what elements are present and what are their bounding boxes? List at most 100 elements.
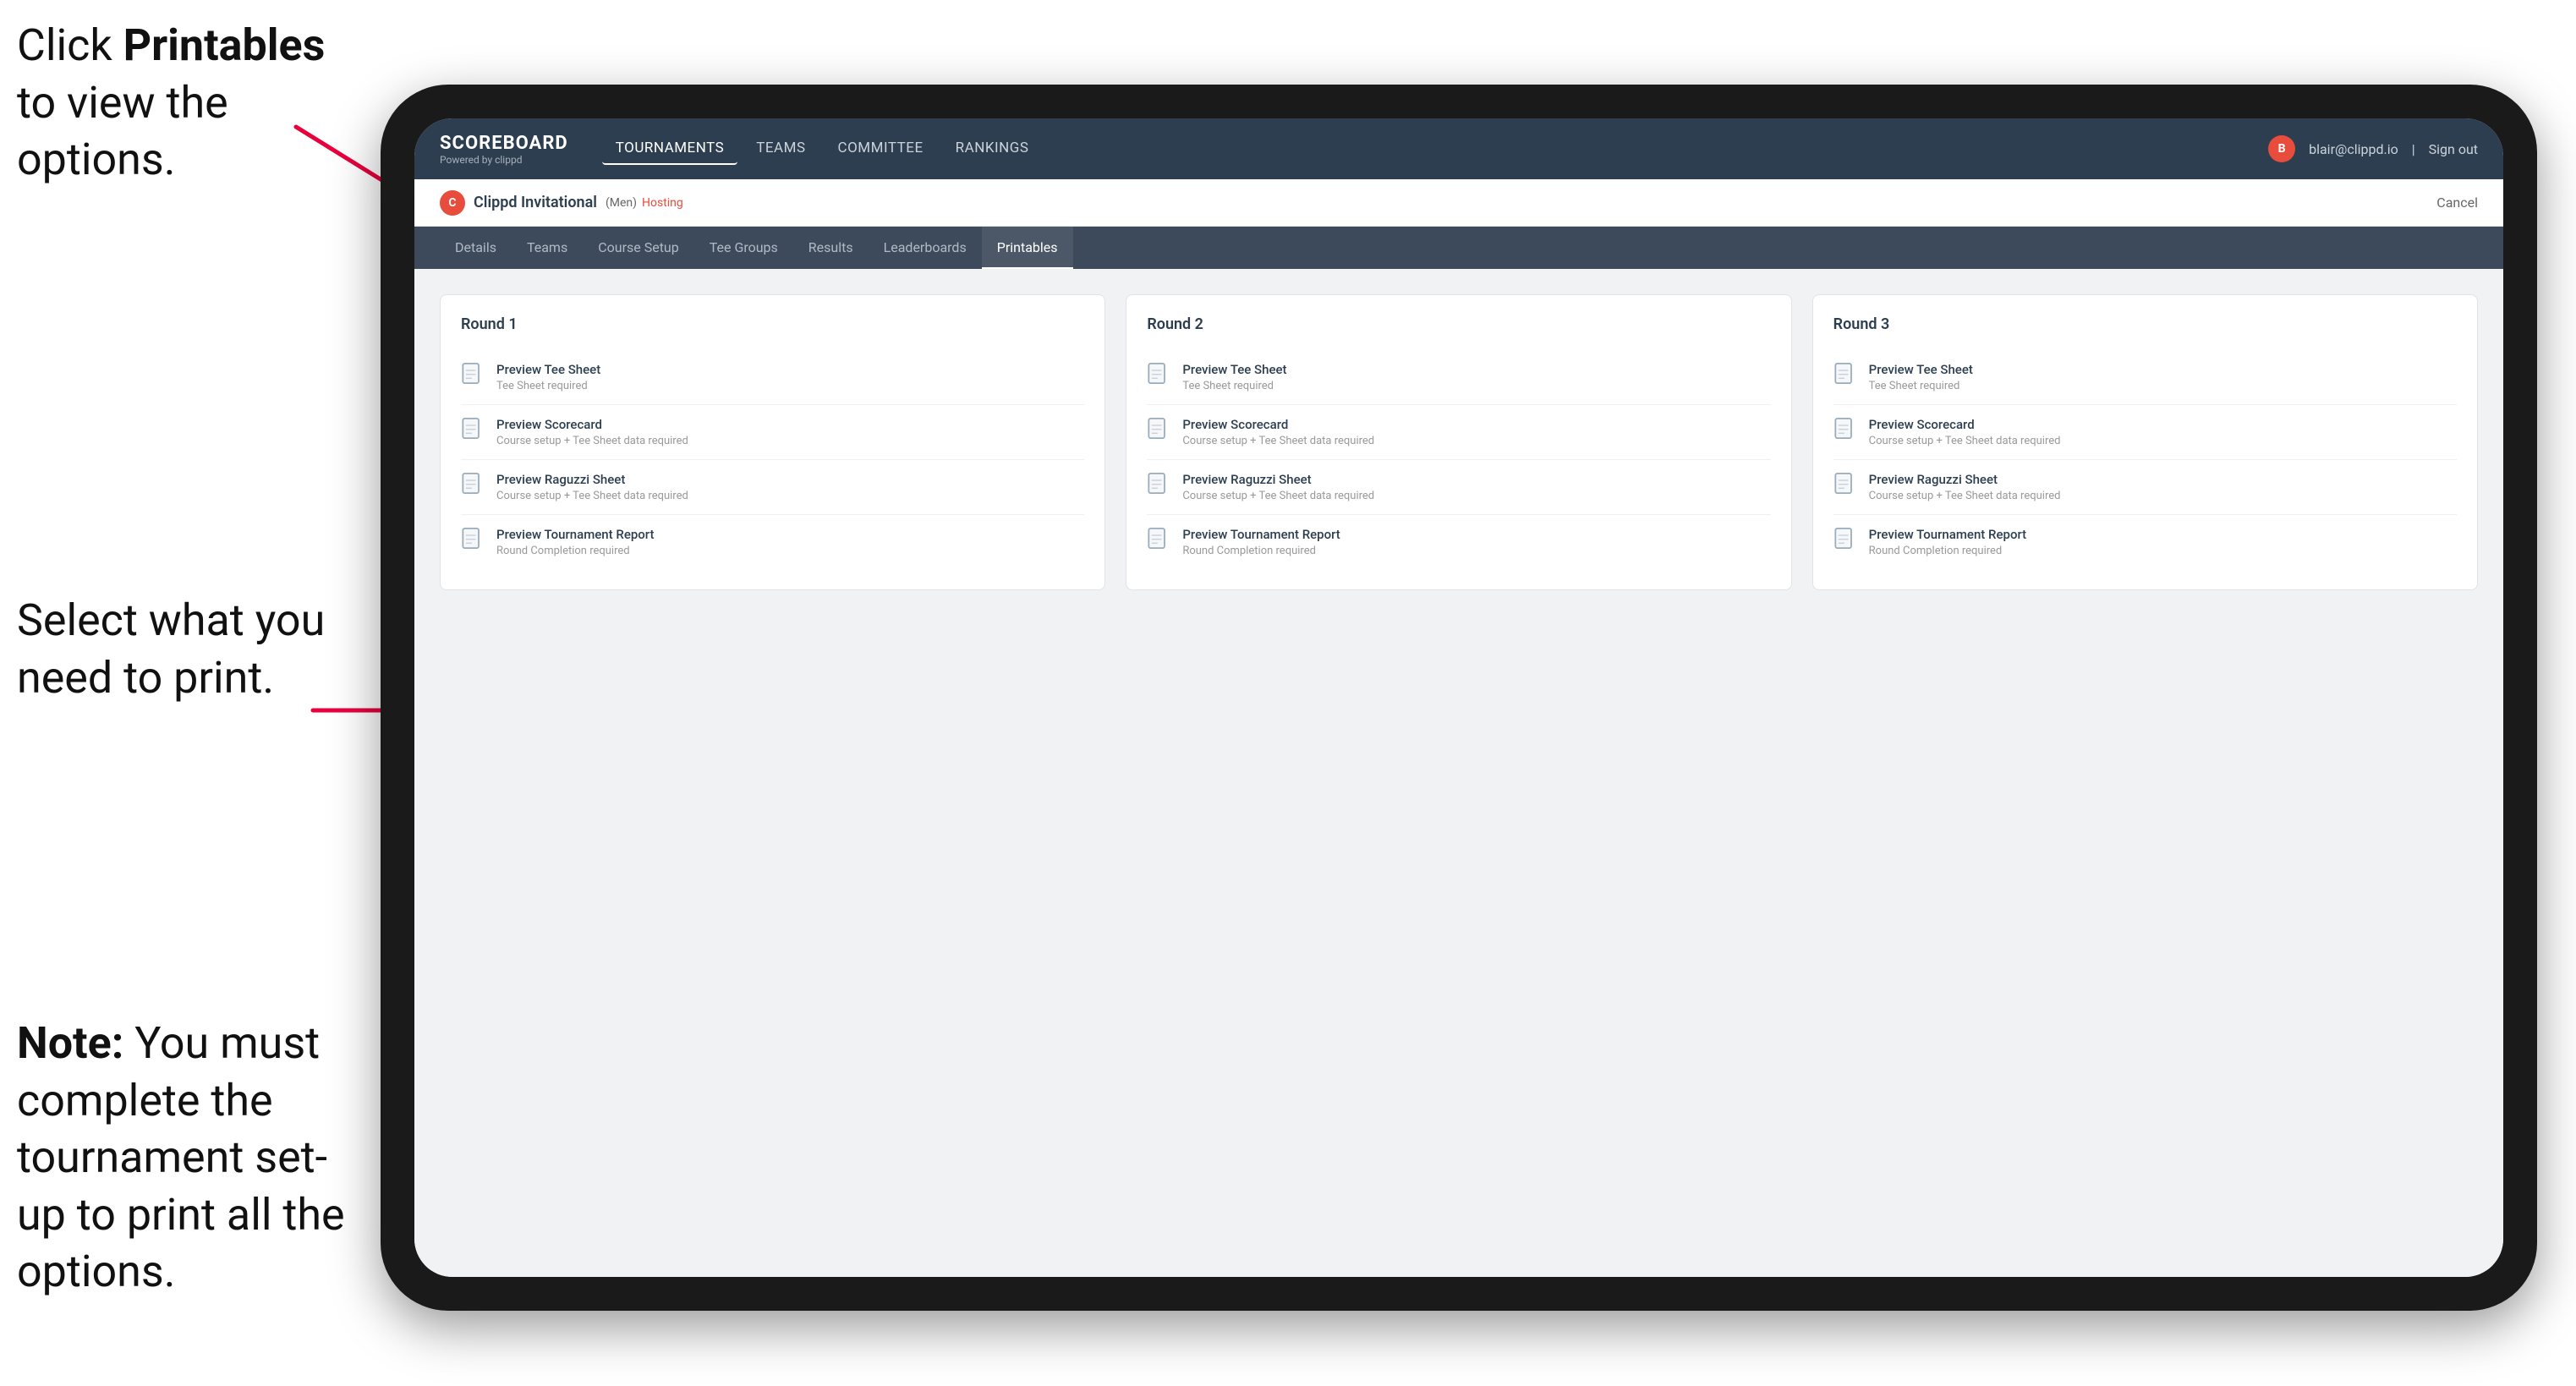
sub-nav: Details Teams Course Setup Tee Groups Re… bbox=[414, 227, 2503, 269]
round-3-tee-sheet-text: Preview Tee Sheet Tee Sheet required bbox=[1869, 362, 1973, 392]
round-3-raguzzi-text: Preview Raguzzi Sheet Course setup + Tee… bbox=[1869, 472, 2061, 502]
document-icon-8 bbox=[1147, 527, 1170, 556]
round-1-scorecard-subtitle: Course setup + Tee Sheet data required bbox=[496, 435, 688, 447]
round-1-scorecard-text: Preview Scorecard Course setup + Tee She… bbox=[496, 417, 688, 447]
document-icon-10 bbox=[1833, 417, 1857, 446]
round-2-title: Round 2 bbox=[1147, 315, 1770, 333]
round-3-column: Round 3 Preview Tee Sheet Tee Sheet requ… bbox=[1812, 294, 2478, 590]
document-icon-7 bbox=[1147, 472, 1170, 501]
round-2-tournament-report-text: Preview Tournament Report Round Completi… bbox=[1182, 527, 1340, 557]
round-1-raguzzi-subtitle: Course setup + Tee Sheet data required bbox=[496, 490, 688, 502]
nav-tournaments[interactable]: TOURNAMENTS bbox=[602, 133, 737, 165]
top-nav-right: B blair@clippd.io | Sign out bbox=[2268, 135, 2478, 162]
content-area: Round 1 Preview Tee Sheet bbox=[414, 269, 2503, 1277]
document-icon-11 bbox=[1833, 472, 1857, 501]
instruction-middle-text: Select what you need to print. bbox=[17, 594, 325, 704]
document-icon-5 bbox=[1147, 362, 1170, 391]
round-2-raguzzi[interactable]: Preview Raguzzi Sheet Course setup + Tee… bbox=[1147, 460, 1770, 515]
sign-out-link[interactable]: | bbox=[2412, 141, 2415, 157]
round-3-scorecard-text: Preview Scorecard Course setup + Tee She… bbox=[1869, 417, 2061, 447]
tablet-screen: SCOREBOARD Powered by clippd TOURNAMENTS… bbox=[414, 118, 2503, 1277]
sign-out-button[interactable]: Sign out bbox=[2429, 141, 2478, 157]
round-3-title: Round 3 bbox=[1833, 315, 2457, 333]
round-3-scorecard[interactable]: Preview Scorecard Course setup + Tee She… bbox=[1833, 405, 2457, 460]
round-3-raguzzi-subtitle: Course setup + Tee Sheet data required bbox=[1869, 490, 2061, 502]
round-2-tee-sheet-text: Preview Tee Sheet Tee Sheet required bbox=[1182, 362, 1286, 392]
round-1-scorecard-title: Preview Scorecard bbox=[496, 417, 688, 432]
round-1-tournament-report-title: Preview Tournament Report bbox=[496, 527, 654, 542]
round-3-tee-sheet[interactable]: Preview Tee Sheet Tee Sheet required bbox=[1833, 350, 2457, 405]
round-3-tournament-report[interactable]: Preview Tournament Report Round Completi… bbox=[1833, 515, 2457, 569]
nav-teams[interactable]: TEAMS bbox=[743, 133, 819, 165]
printables-bold: Printables bbox=[123, 19, 326, 71]
tournament-name: Clippd Invitational bbox=[474, 194, 597, 211]
tab-course-setup[interactable]: Course Setup bbox=[583, 227, 694, 269]
document-icon-4 bbox=[461, 527, 485, 556]
nav-committee[interactable]: COMMITTEE bbox=[825, 133, 937, 165]
document-icon-9 bbox=[1833, 362, 1857, 391]
rounds-grid: Round 1 Preview Tee Sheet bbox=[440, 294, 2478, 590]
document-icon-2 bbox=[461, 417, 485, 446]
note-bold: Note: bbox=[17, 1017, 123, 1069]
round-1-tee-sheet-title: Preview Tee Sheet bbox=[496, 362, 600, 377]
instruction-bottom: Note: You must complete the tournament s… bbox=[17, 1015, 372, 1301]
tablet-frame: SCOREBOARD Powered by clippd TOURNAMENTS… bbox=[381, 85, 2537, 1311]
round-1-tee-sheet-text: Preview Tee Sheet Tee Sheet required bbox=[496, 362, 600, 392]
top-nav: SCOREBOARD Powered by clippd TOURNAMENTS… bbox=[414, 118, 2503, 179]
nav-rankings[interactable]: RANKINGS bbox=[942, 133, 1043, 165]
round-3-tee-sheet-title: Preview Tee Sheet bbox=[1869, 362, 1973, 377]
round-1-tournament-report-text: Preview Tournament Report Round Completi… bbox=[496, 527, 654, 557]
round-2-column: Round 2 Preview Tee Sheet Tee Sheet requ… bbox=[1126, 294, 1791, 590]
round-3-tee-sheet-subtitle: Tee Sheet required bbox=[1869, 380, 1973, 392]
tournament-hosting: Hosting bbox=[642, 196, 683, 210]
round-2-scorecard-subtitle: Course setup + Tee Sheet data required bbox=[1182, 435, 1374, 447]
top-nav-links: TOURNAMENTS TEAMS COMMITTEE RANKINGS bbox=[602, 133, 2268, 165]
round-2-tee-sheet-subtitle: Tee Sheet required bbox=[1182, 380, 1286, 392]
round-2-scorecard[interactable]: Preview Scorecard Course setup + Tee She… bbox=[1147, 405, 1770, 460]
tournament-logo: C bbox=[440, 190, 465, 216]
document-icon-3 bbox=[461, 472, 485, 501]
round-1-column: Round 1 Preview Tee Sheet bbox=[440, 294, 1105, 590]
tab-tee-groups[interactable]: Tee Groups bbox=[694, 227, 793, 269]
round-1-scorecard[interactable]: Preview Scorecard Course setup + Tee She… bbox=[461, 405, 1084, 460]
user-email: blair@clippd.io bbox=[2309, 141, 2398, 157]
round-3-raguzzi-title: Preview Raguzzi Sheet bbox=[1869, 472, 2061, 487]
round-1-raguzzi-text: Preview Raguzzi Sheet Course setup + Tee… bbox=[496, 472, 688, 502]
document-icon bbox=[461, 362, 485, 391]
logo-title: SCOREBOARD bbox=[440, 133, 568, 154]
round-1-tee-sheet[interactable]: Preview Tee Sheet Tee Sheet required bbox=[461, 350, 1084, 405]
instruction-bottom-text: Note: You must complete the tournament s… bbox=[17, 1017, 345, 1297]
tab-teams[interactable]: Teams bbox=[512, 227, 583, 269]
document-icon-6 bbox=[1147, 417, 1170, 446]
tab-details[interactable]: Details bbox=[440, 227, 512, 269]
round-3-raguzzi[interactable]: Preview Raguzzi Sheet Course setup + Tee… bbox=[1833, 460, 2457, 515]
round-2-scorecard-text: Preview Scorecard Course setup + Tee She… bbox=[1182, 417, 1374, 447]
tournament-badge: (Men) bbox=[606, 196, 637, 210]
round-1-raguzzi-title: Preview Raguzzi Sheet bbox=[496, 472, 688, 487]
round-2-tee-sheet[interactable]: Preview Tee Sheet Tee Sheet required bbox=[1147, 350, 1770, 405]
round-2-raguzzi-subtitle: Course setup + Tee Sheet data required bbox=[1182, 490, 1374, 502]
tab-results[interactable]: Results bbox=[793, 227, 869, 269]
round-2-raguzzi-title: Preview Raguzzi Sheet bbox=[1182, 472, 1374, 487]
round-2-raguzzi-text: Preview Raguzzi Sheet Course setup + Tee… bbox=[1182, 472, 1374, 502]
logo-area: SCOREBOARD Powered by clippd bbox=[440, 133, 568, 166]
round-1-tee-sheet-subtitle: Tee Sheet required bbox=[496, 380, 600, 392]
document-icon-12 bbox=[1833, 527, 1857, 556]
tab-leaderboards[interactable]: Leaderboards bbox=[869, 227, 982, 269]
round-3-tournament-report-title: Preview Tournament Report bbox=[1869, 527, 2026, 542]
round-2-tournament-report-subtitle: Round Completion required bbox=[1182, 545, 1340, 557]
round-1-tournament-report[interactable]: Preview Tournament Report Round Completi… bbox=[461, 515, 1084, 569]
logo-subtitle: Powered by clippd bbox=[440, 154, 568, 166]
round-1-title: Round 1 bbox=[461, 315, 1084, 333]
round-3-tournament-report-text: Preview Tournament Report Round Completi… bbox=[1869, 527, 2026, 557]
round-3-scorecard-subtitle: Course setup + Tee Sheet data required bbox=[1869, 435, 2061, 447]
round-2-scorecard-title: Preview Scorecard bbox=[1182, 417, 1374, 432]
user-avatar: B bbox=[2268, 135, 2295, 162]
round-2-tournament-report[interactable]: Preview Tournament Report Round Completi… bbox=[1147, 515, 1770, 569]
tournament-bar: C Clippd Invitational (Men) Hosting Canc… bbox=[414, 179, 2503, 227]
cancel-button[interactable]: Cancel bbox=[2436, 194, 2478, 211]
round-1-raguzzi[interactable]: Preview Raguzzi Sheet Course setup + Tee… bbox=[461, 460, 1084, 515]
round-2-tee-sheet-title: Preview Tee Sheet bbox=[1182, 362, 1286, 377]
round-3-scorecard-title: Preview Scorecard bbox=[1869, 417, 2061, 432]
tab-printables[interactable]: Printables bbox=[982, 227, 1073, 269]
